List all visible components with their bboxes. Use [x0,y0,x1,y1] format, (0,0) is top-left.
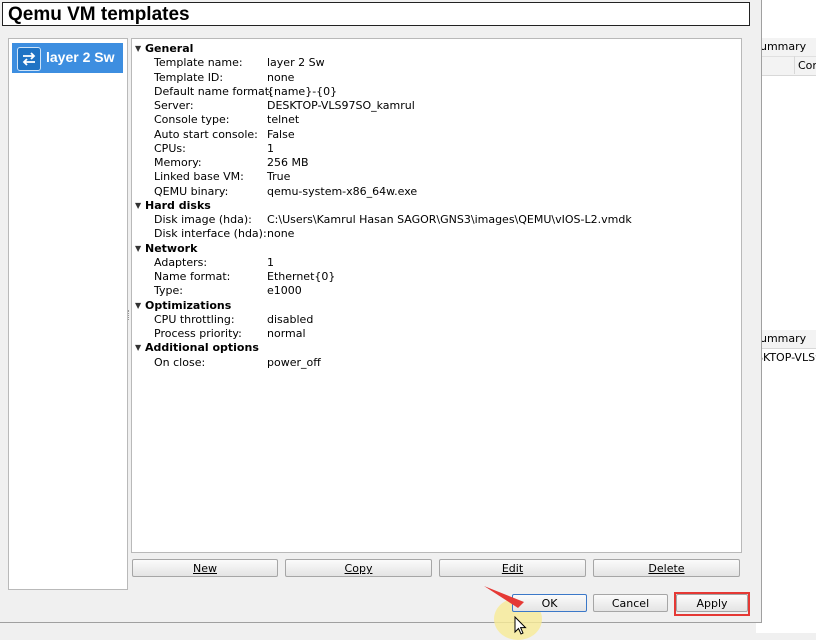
property-key: CPU throttling: [154,312,235,326]
property-key: Template name: [154,56,243,70]
property-key: Disk image (hda): [154,213,252,226]
dialog-title: Qemu VM templates [8,4,190,25]
section-additional-options[interactable]: ▼ Additional options [132,341,732,355]
column-divider [794,56,795,74]
property-row[interactable]: On close: power_off [132,356,732,370]
property-row[interactable]: CPU throttling: disabled [132,313,732,327]
title-bar: Qemu VM templates [2,2,750,26]
property-row[interactable]: Adapters: 1 [132,256,732,270]
template-list-item[interactable]: layer 2 Sw [12,43,123,73]
property-row[interactable]: Disk image (hda): C:\Users\Kamrul Hasan S… [132,213,732,227]
background-summary-header: ummary [756,38,816,57]
property-row[interactable]: QEMU binary: qemu-system-x86_64w.exe [132,185,732,199]
background-summary-header-2: ummary [756,330,816,349]
section-label: Hard disks [145,198,211,212]
property-key: Type: [154,284,183,298]
section-label: Additional options [145,341,259,355]
property-value: 1 [267,141,274,155]
property-value: e1000 [267,284,302,298]
property-key: Disk interface (hda): [154,227,267,241]
annotation-arrow-icon [484,586,524,608]
property-key: Server: [154,99,194,112]
property-value: {name}-{0} [267,84,338,98]
property-row[interactable]: Linked base VM: True [132,170,732,184]
property-key: On close: [154,355,206,369]
property-value: disabled [267,312,314,326]
property-row[interactable]: Name format: Ethernet{0} [132,270,732,284]
property-row[interactable]: Process priority: normal [132,327,732,341]
property-row[interactable]: Type: e1000 [132,284,732,298]
property-value: none [267,70,295,84]
property-row[interactable]: Memory: 256 MB [132,156,732,170]
property-value: C:\Users\Kamrul Hasan SAGOR\GNS3\images\… [267,213,632,226]
property-row[interactable]: CPUs: 1 [132,142,732,156]
collapse-arrow-icon[interactable]: ▼ [135,299,141,313]
section-label: General [145,42,194,55]
property-row[interactable]: Server: DESKTOP-VLS97SO_kamrul [132,99,732,113]
new-button[interactable]: New [132,559,278,577]
property-value: none [267,227,295,241]
property-value: power_off [267,355,321,369]
property-key: Linked base VM: [154,170,244,184]
edit-button[interactable]: Edit [439,559,586,577]
property-key: CPUs: [154,141,186,155]
qemu-templates-dialog: Qemu VM templates layer 2 Sw ▼ General Tem… [0,0,762,640]
property-value: layer 2 Sw [267,56,325,70]
section-network[interactable]: ▼ Network [132,242,732,256]
property-value: normal [267,327,306,340]
property-row[interactable]: Auto start console: False [132,128,732,142]
property-value: Ethernet{0} [267,270,336,283]
property-value: qemu-system-x86_64w.exe [267,184,418,198]
property-row[interactable]: Default name format: {name}-{0} [132,85,732,99]
delete-button[interactable]: Delete [593,559,740,577]
property-key: Process priority: [154,327,242,340]
collapse-arrow-icon[interactable]: ▼ [135,341,141,355]
collapse-arrow-icon[interactable]: ▼ [135,199,141,213]
apply-highlight-box [674,592,750,616]
property-key: Name format: [154,270,231,283]
background-window: ummary Con ummary SKTOP-VLS9 [756,0,816,633]
section-label: Optimizations [145,298,232,312]
mouse-cursor-icon [514,616,527,635]
property-row[interactable]: Console type: telnet [132,113,732,127]
property-row[interactable]: Template ID: none [132,71,732,85]
property-value: True [267,170,291,184]
section-hard-disks[interactable]: ▼ Hard disks [132,199,732,213]
collapse-arrow-icon[interactable]: ▼ [135,42,141,56]
template-list[interactable]: layer 2 Sw [8,38,128,590]
property-row[interactable]: Disk interface (hda): none [132,227,732,241]
section-label: Network [145,241,198,255]
template-name-label: layer 2 Sw [46,49,115,65]
background-column-header: Con [756,56,816,76]
property-key: Default name format: [154,84,273,98]
property-key: Template ID: [154,70,224,84]
switch-icon [17,47,41,71]
property-key: Adapters: [154,255,208,269]
copy-button[interactable]: Copy [285,559,432,577]
property-value: False [267,127,295,141]
property-key: QEMU binary: [154,184,229,198]
property-value: 1 [267,255,274,269]
property-key: Auto start console: [154,127,258,141]
cancel-button[interactable]: Cancel [593,594,668,612]
property-value: telnet [267,113,300,127]
collapse-arrow-icon[interactable]: ▼ [135,242,141,256]
template-properties-tree[interactable]: ▼ General Template name: layer 2 Sw Template… [131,38,742,553]
section-general[interactable]: ▼ General [132,42,732,56]
property-key: Memory: [154,156,202,169]
property-value: 256 MB [267,156,309,169]
background-row: SKTOP-VLS9 [756,351,816,364]
property-row[interactable]: Template name: layer 2 Sw [132,56,732,70]
section-optimizations[interactable]: ▼ Optimizations [132,299,732,313]
property-value: DESKTOP-VLS97SO_kamrul [267,99,415,112]
property-key: Console type: [154,113,230,127]
